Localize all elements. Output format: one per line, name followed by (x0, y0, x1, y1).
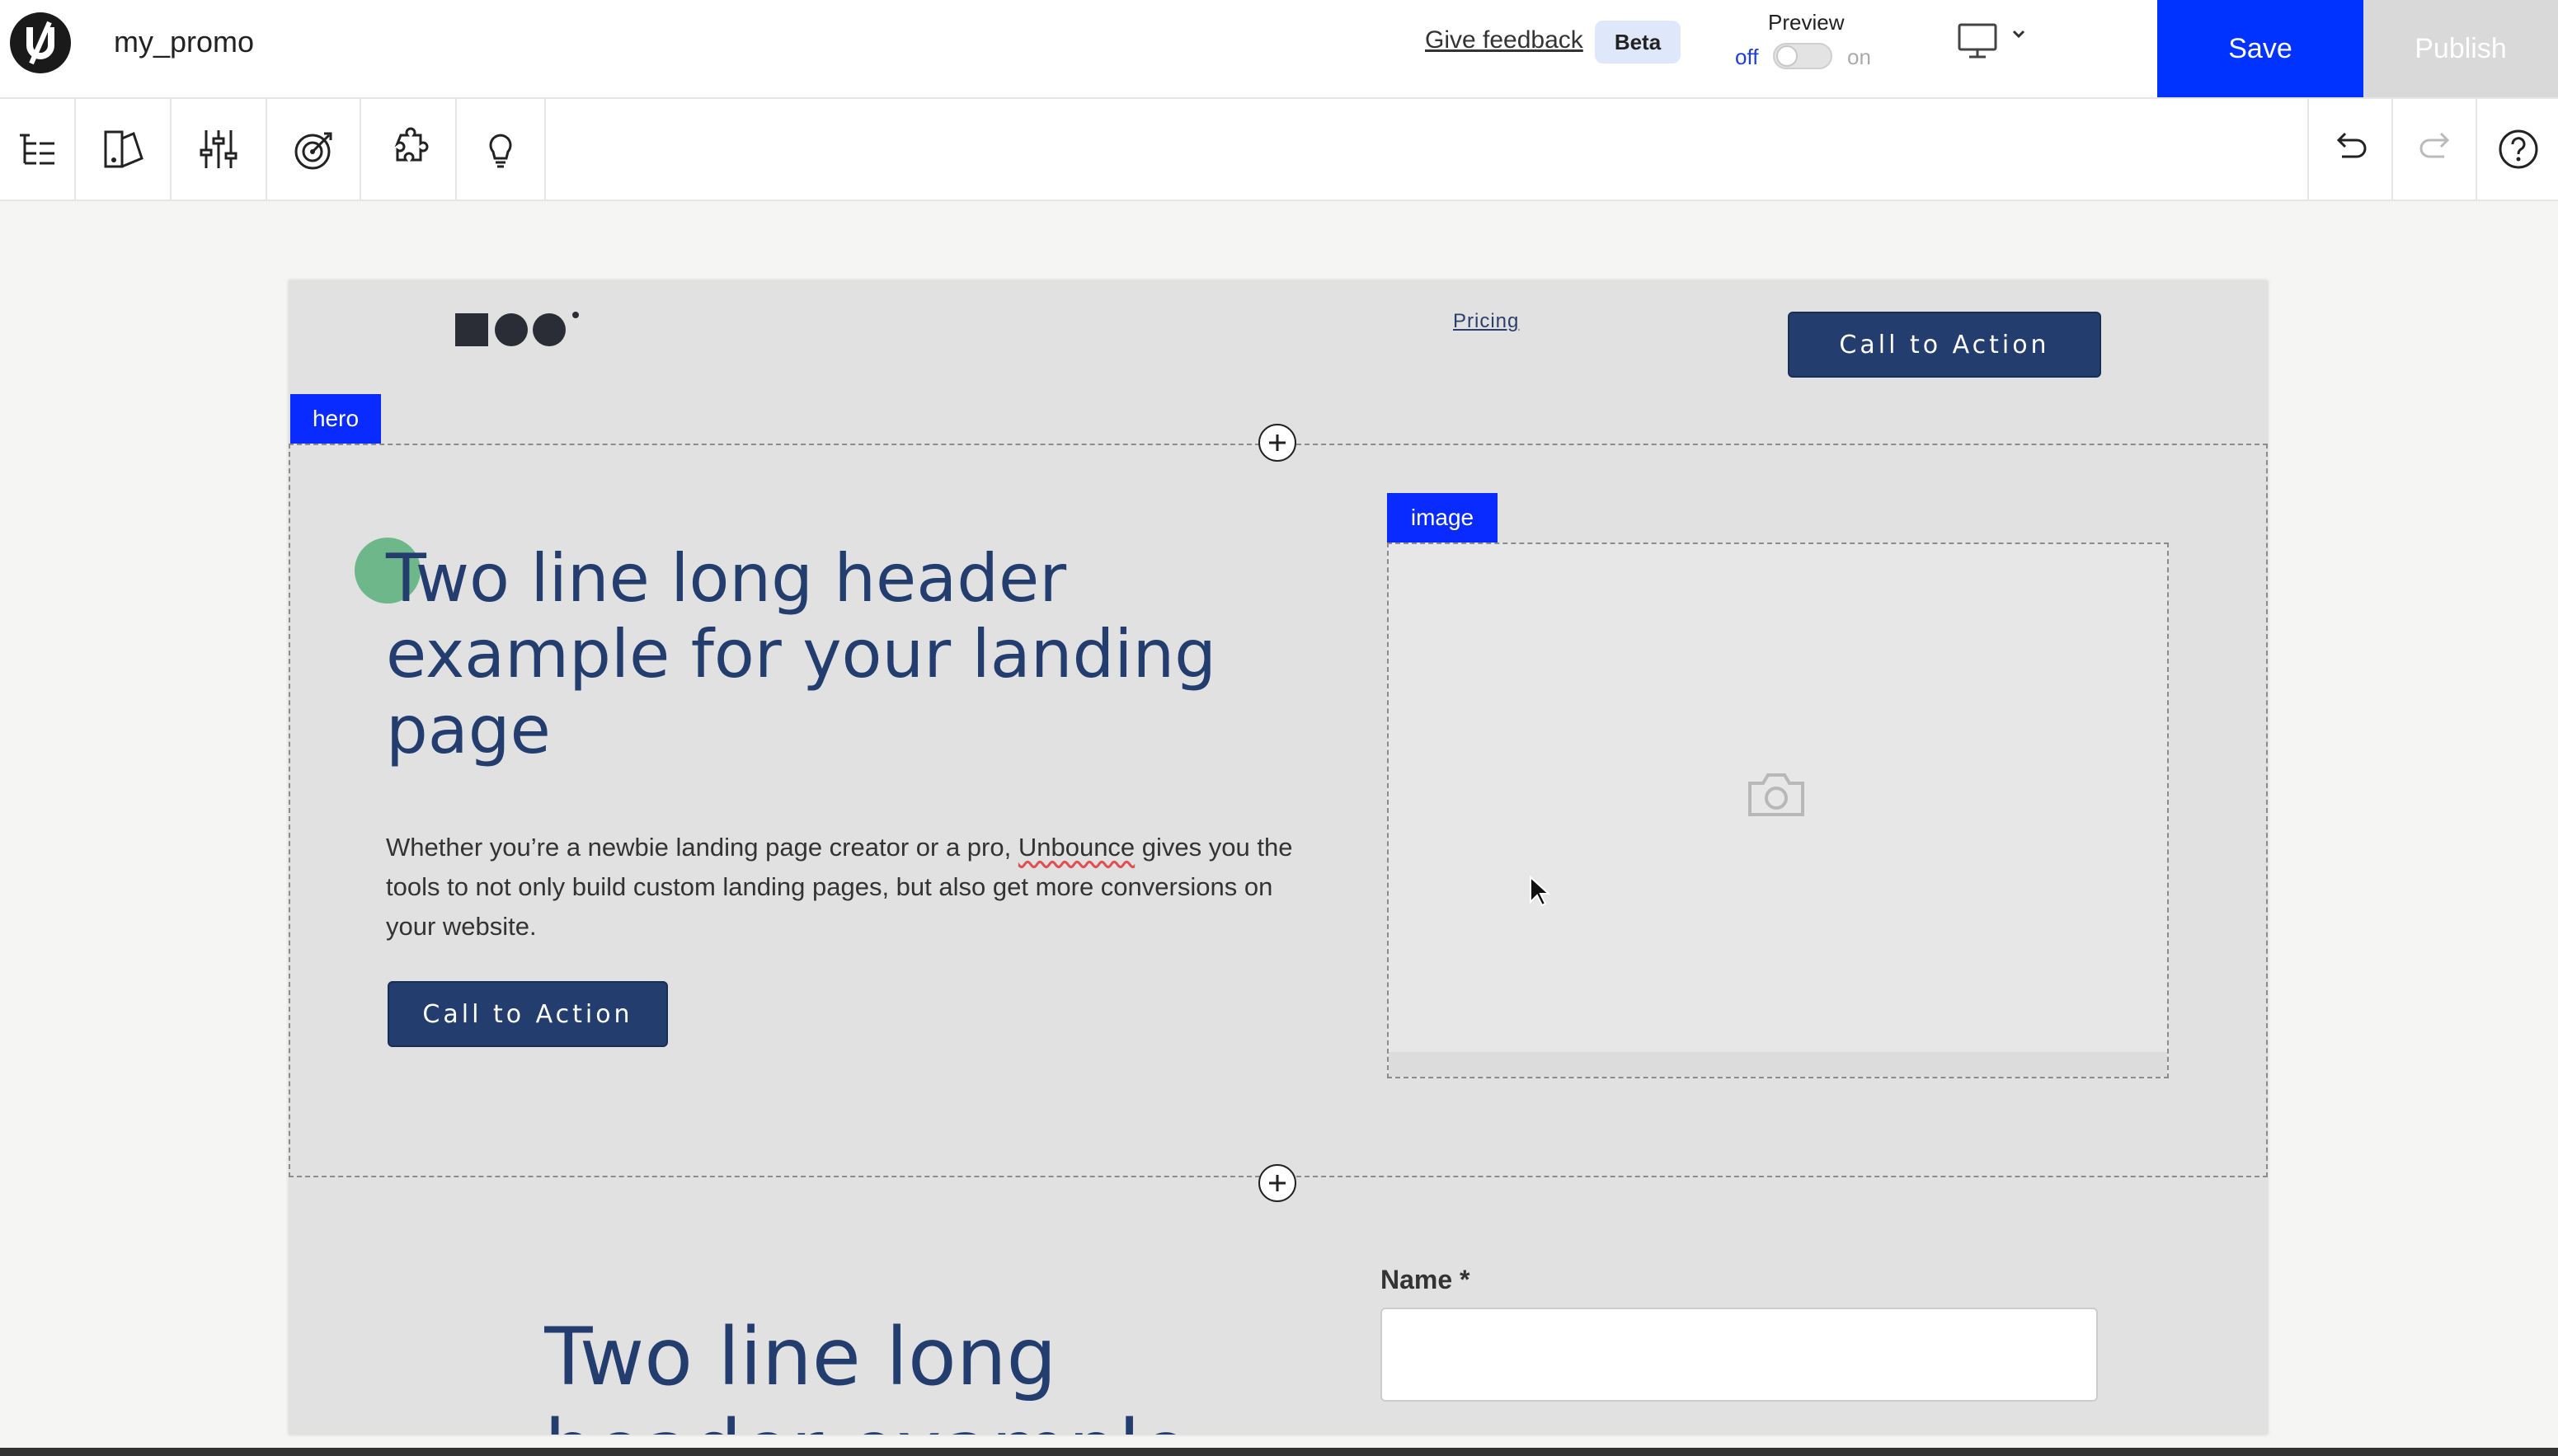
brand-name: Unbounce (1018, 833, 1136, 862)
settings-button[interactable] (172, 99, 267, 200)
page-tree-icon (20, 134, 54, 165)
preview-label: Preview (1768, 10, 1845, 35)
editor-toolbar (0, 99, 2558, 201)
save-button[interactable]: Save (2157, 0, 2363, 97)
integrations-puzzle-icon (394, 127, 429, 162)
style-guide-button[interactable] (76, 99, 172, 200)
desktop-icon (1958, 23, 2025, 59)
goals-target-icon (294, 132, 332, 170)
mouse-cursor-icon (1530, 876, 1550, 907)
page-name[interactable]: my_promo (114, 25, 254, 59)
bottom-edge (0, 1448, 2558, 1456)
section-tag-hero[interactable]: hero (290, 394, 381, 444)
undo-icon (2336, 132, 2367, 158)
hero-cta-button[interactable]: Call to Action (388, 981, 668, 1047)
add-section-button[interactable] (1258, 1164, 1296, 1202)
integrations-button[interactable] (361, 99, 457, 200)
goals-button[interactable] (267, 99, 361, 200)
image-tag[interactable]: image (1387, 493, 1498, 542)
name-input[interactable] (1380, 1308, 2098, 1402)
ideas-button[interactable] (457, 99, 546, 200)
camera-icon (1748, 773, 1804, 816)
help-button[interactable] (2476, 99, 2558, 200)
page-tree-button[interactable] (0, 99, 76, 200)
image-strip (1389, 1052, 2167, 1077)
give-feedback-link[interactable]: Give feedback (1425, 26, 1583, 54)
plus-icon (1269, 434, 1286, 451)
plus-icon (1269, 1175, 1286, 1191)
redo-icon (2419, 132, 2450, 158)
form-label-name: Name * (1380, 1265, 1470, 1294)
add-section-button[interactable] (1258, 424, 1296, 462)
preview-toggle[interactable] (1773, 43, 1832, 69)
toggle-knob (1776, 45, 1798, 67)
help-icon (2499, 129, 2538, 169)
ideas-lightbulb-icon (489, 134, 512, 168)
redo-button[interactable] (2391, 99, 2477, 200)
undo-button[interactable] (2307, 99, 2393, 200)
settings-sliders-icon (200, 130, 237, 168)
device-selector[interactable] (1956, 21, 2038, 63)
nav-cta-button[interactable]: Call to Action (1788, 312, 2101, 378)
hero-description[interactable]: Whether you’re a newbie landing page cre… (386, 828, 1293, 946)
preview-on-label: on (1847, 45, 1871, 69)
hero-description-start: Whether you’re a newbie landing page cre… (386, 833, 1018, 862)
placeholder-logo-icon[interactable] (455, 312, 587, 350)
unbounce-logo-icon[interactable] (10, 12, 71, 73)
preview-off-label: off (1735, 45, 1759, 69)
section2-headline[interactable]: Two line long header example (544, 1311, 1204, 1435)
style-guide-icon (104, 130, 143, 168)
top-bar: my_promo Give feedback Beta Preview off … (0, 0, 2558, 99)
nav-link-pricing[interactable]: Pricing (1453, 310, 1519, 333)
beta-badge: Beta (1595, 21, 1681, 63)
hero-headline[interactable]: Two line long header example for your la… (386, 541, 1293, 768)
publish-button[interactable]: Publish (2363, 0, 2558, 97)
